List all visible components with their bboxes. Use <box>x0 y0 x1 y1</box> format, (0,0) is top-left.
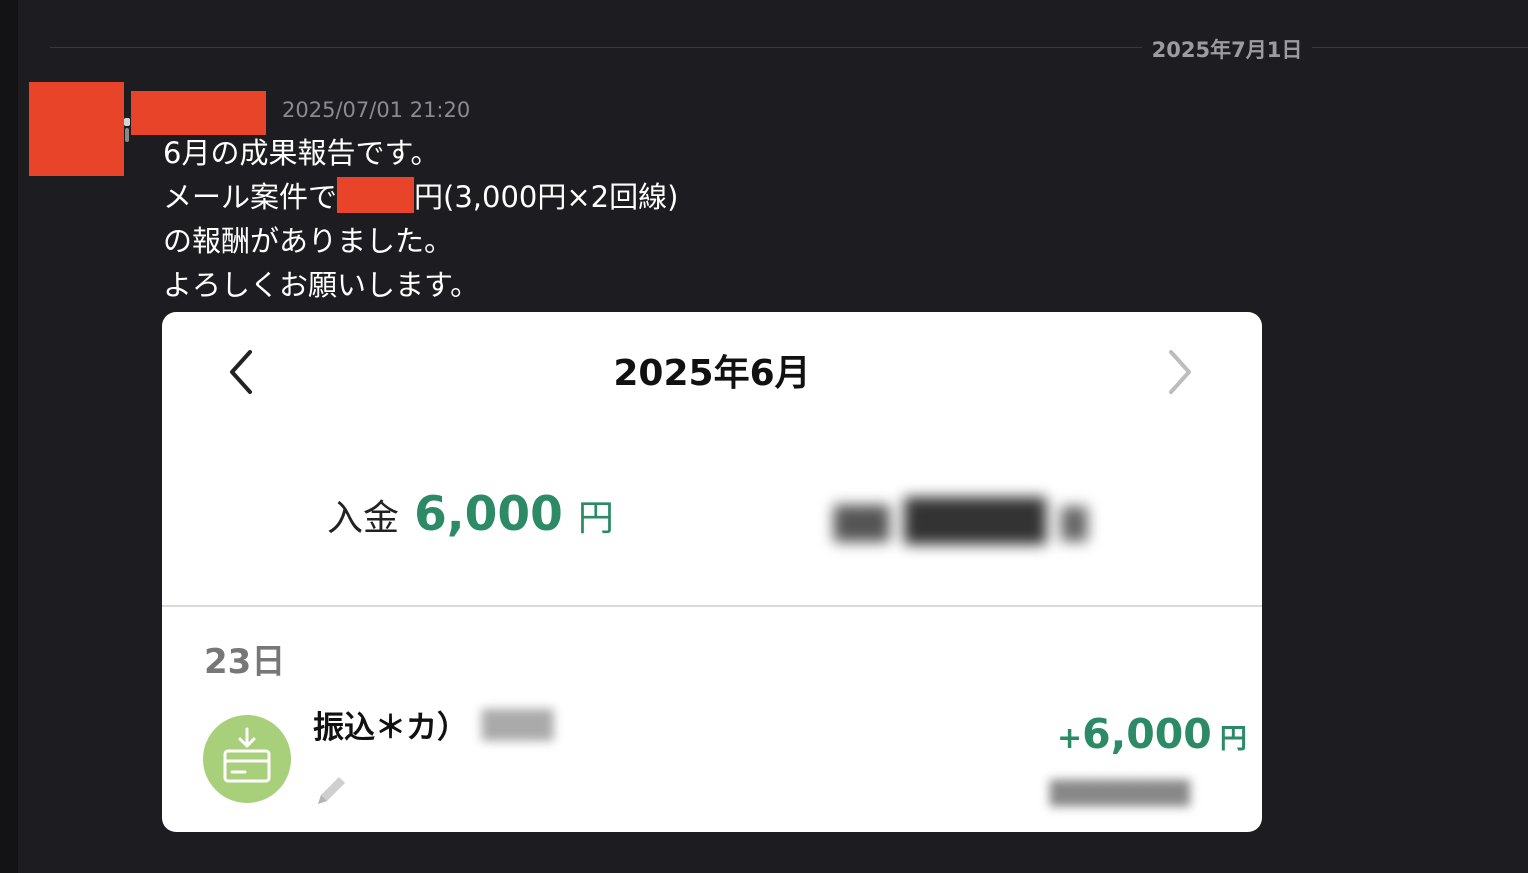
username-redacted[interactable] <box>131 91 266 135</box>
message-line-4: よろしくお願いします。 <box>163 268 480 302</box>
divider-line-left <box>50 47 1142 48</box>
income-label: 入金 <box>327 498 400 539</box>
transaction-amount: +6,000 円 <box>1057 710 1247 758</box>
transaction-amount-value: 6,000 <box>1082 710 1212 758</box>
transaction-name-blurred: ▇▇▇ <box>482 705 554 741</box>
amount-redacted <box>337 177 415 213</box>
income-amount: 6,000 <box>414 487 563 542</box>
message-line-2: メール案件で 円(3,000円×2回線) <box>163 175 678 219</box>
divider-line-right <box>1312 47 1528 48</box>
transaction-unit: 円 <box>1219 724 1247 755</box>
balance-blurred: ▇▇▇▇▇▇▇ <box>1050 777 1190 807</box>
avatar-redacted[interactable] <box>29 82 124 176</box>
message-text: 6月の成果報告です。 メール案件で 円(3,000円×2回線) の報酬がありました… <box>163 131 678 307</box>
attached-screenshot-card[interactable]: 2025年6月 入金 6,000 円 ▇▇ ▇▇▇▇ ▇ 23日 振込＊カ） ▇… <box>162 312 1262 832</box>
income-unit: 円 <box>577 498 614 539</box>
income-summary: 入金 6,000 円 <box>327 487 614 542</box>
deposit-card-icon <box>203 715 291 803</box>
summary-divider <box>162 605 1262 607</box>
message-line-2-end: 円(3,000円×2回線) <box>414 180 679 214</box>
day-label: 23日 <box>204 642 286 682</box>
left-rail <box>0 0 18 873</box>
transaction-name: 振込＊カ） <box>313 710 468 746</box>
expense-summary-blurred: ▇▇ ▇▇▇▇ ▇ <box>834 490 1088 544</box>
message-line-1: 6月の成果報告です。 <box>163 136 440 170</box>
divider-date: 2025年7月1日 <box>1151 38 1303 62</box>
chevron-right-icon[interactable] <box>1157 344 1205 404</box>
month-title: 2025年6月 <box>613 353 811 394</box>
message-timestamp: 2025/07/01 21:20 <box>282 98 471 122</box>
transaction-sign: + <box>1057 721 1083 756</box>
pencil-icon[interactable] <box>312 770 352 810</box>
message-line-2-start: メール案件で <box>163 180 338 214</box>
date-divider: 2025年7月1日 <box>50 30 1528 64</box>
message-line-3: の報酬がありました。 <box>163 224 454 258</box>
